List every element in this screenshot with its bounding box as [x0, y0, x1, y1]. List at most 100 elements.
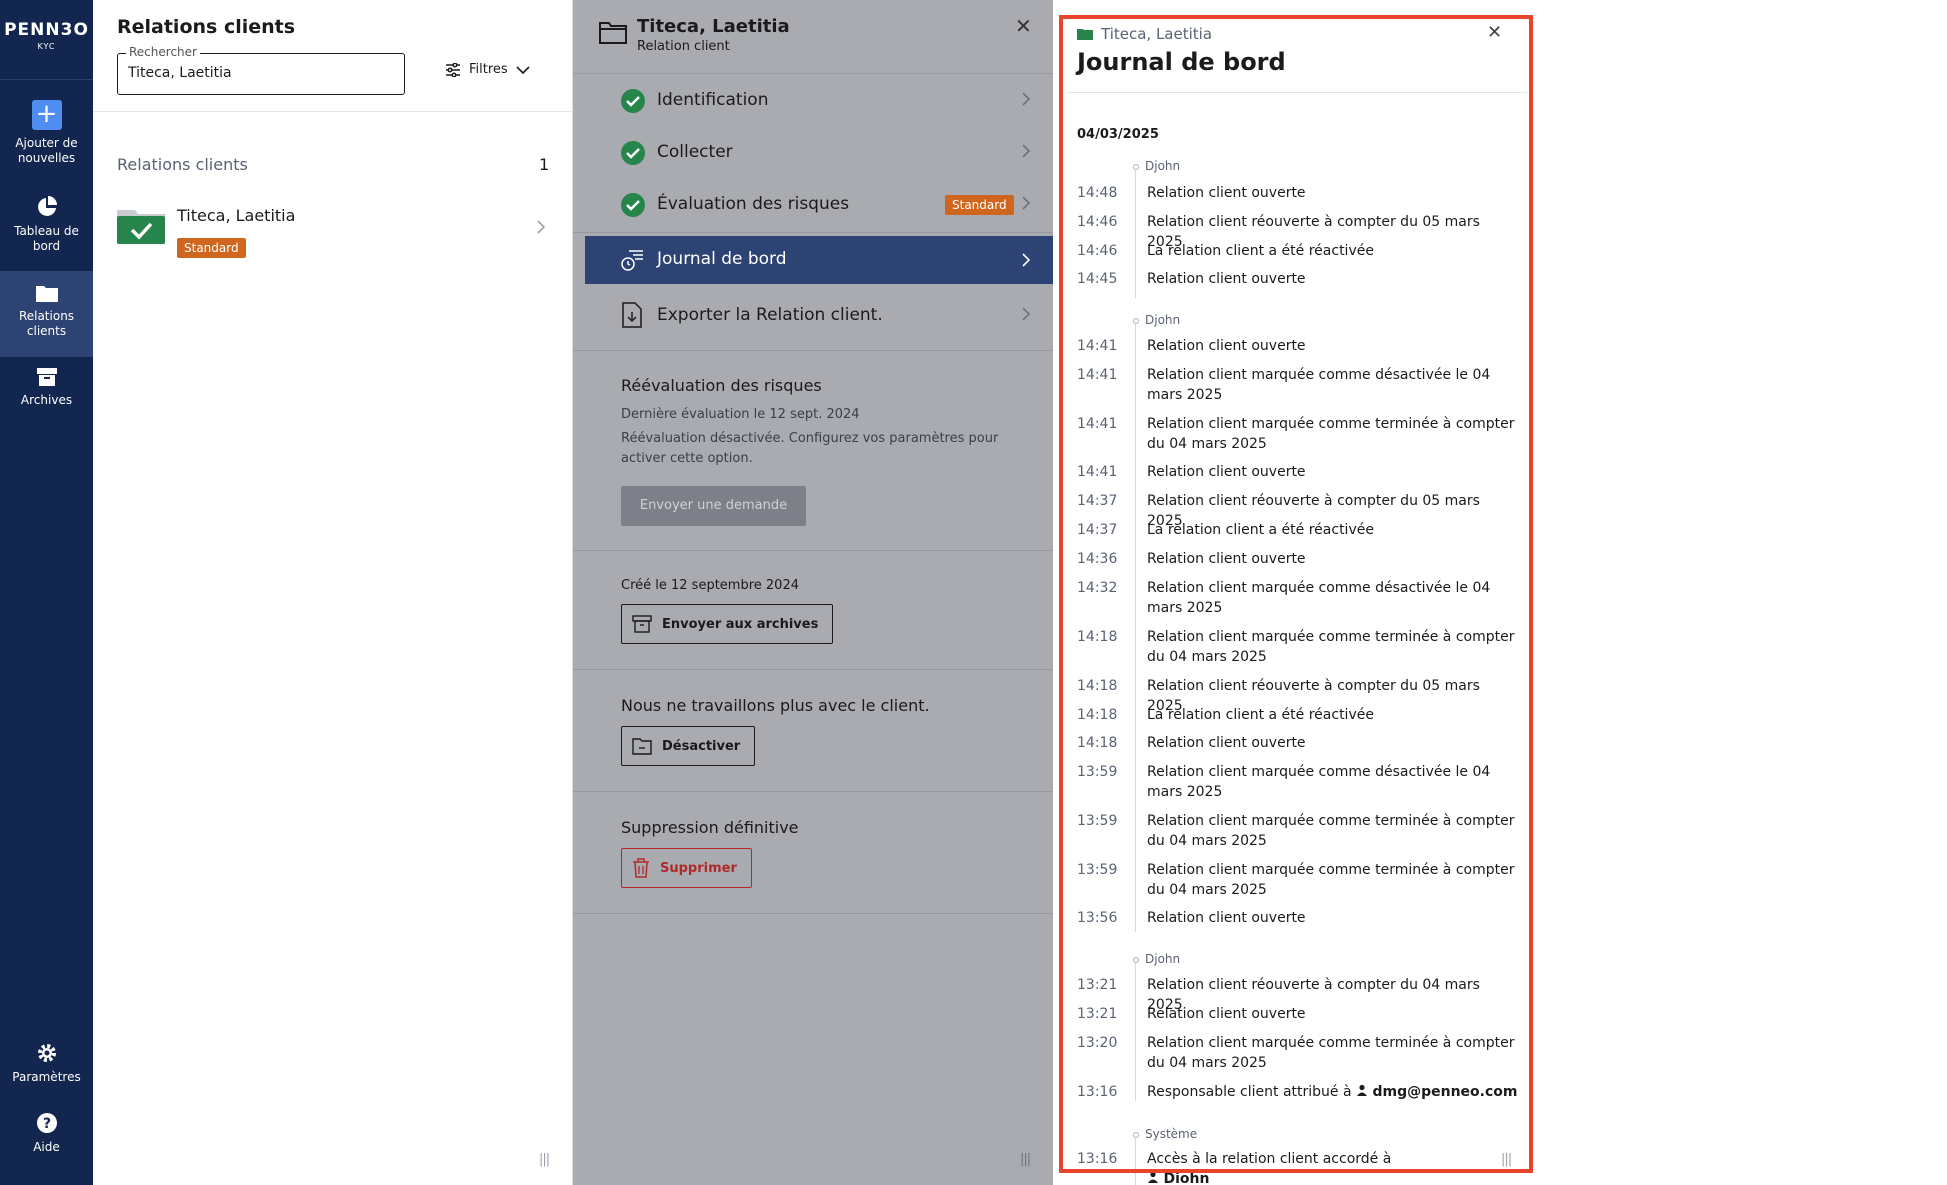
entry-text: Relation client ouverte: [1147, 338, 1306, 354]
client-detail-panel: Titeca, Laetitia Relation client ✕ Ident…: [573, 0, 1053, 1185]
divider: [573, 669, 1053, 670]
entry-time: 13:59: [1077, 862, 1118, 878]
folder-icon: [599, 22, 627, 44]
button-label: Désactiver: [662, 738, 741, 754]
entry-time: 14:45: [1077, 271, 1118, 287]
search-field[interactable]: Rechercher: [117, 45, 405, 95]
entry-time: 14:37: [1077, 493, 1118, 509]
nav-item-add-new[interactable]: + Ajouter de nouvelles: [0, 100, 93, 175]
timeline-dot: [1133, 164, 1139, 170]
nav-item-client-relations[interactable]: Relations clients: [0, 271, 93, 357]
button-label: Envoyer aux archives: [662, 616, 819, 632]
entry-text: La relation client a été réactivée: [1147, 243, 1374, 259]
reevaluation-title: Réévaluation des risques: [621, 376, 822, 395]
check-circle-icon: [621, 89, 645, 113]
entry-time: 14:46: [1077, 214, 1118, 230]
entry-text: Relation client ouverte: [1147, 271, 1306, 287]
chevron-down-icon: [516, 65, 530, 74]
entry-text-with-person: Accès à la relation client accordé à Djo…: [1147, 1149, 1519, 1183]
check-circle-icon: [621, 193, 645, 217]
send-request-button[interactable]: Envoyer une demande: [621, 486, 806, 526]
send-to-archives-button[interactable]: Envoyer aux archives: [621, 604, 834, 644]
entry-time: 14:41: [1077, 416, 1118, 432]
chevron-right-icon: [537, 220, 546, 234]
divider: [1067, 92, 1527, 93]
chevron-right-icon: [1022, 92, 1031, 106]
menu-item-risk-assessment[interactable]: Évaluation des risques Standard: [585, 179, 1053, 231]
menu-item-identification[interactable]: Identification: [585, 75, 1053, 127]
filters-button[interactable]: Filtres: [445, 62, 530, 77]
journal-user: Système: [1145, 1127, 1198, 1141]
nav-item-help[interactable]: ? Aide: [0, 1112, 93, 1162]
reevaluation-last: Dernière évaluation le 12 sept. 2024: [621, 407, 860, 422]
menu-item-label: Évaluation des risques: [657, 194, 850, 214]
folder-minus-icon: [632, 738, 652, 755]
check-circle-icon: [621, 141, 645, 165]
entry-text: La relation client a été réactivée: [1147, 707, 1374, 723]
created-date: Créé le 12 septembre 2024: [621, 578, 799, 593]
timeline-dot: [1133, 318, 1139, 324]
journal-user: Djohn: [1145, 159, 1181, 173]
detail-title: Titeca, Laetitia: [637, 16, 790, 37]
nav-item-settings[interactable]: Paramètres: [0, 1042, 93, 1092]
entry-text: Relation client ouverte: [1147, 551, 1306, 567]
timeline-line: [1135, 1136, 1136, 1185]
nav-item-label: Archives: [20, 393, 73, 407]
chevron-right-icon: [1022, 253, 1031, 267]
chevron-right-icon: [1022, 144, 1031, 158]
deactivate-button[interactable]: Désactiver: [621, 726, 756, 766]
plus-icon: +: [31, 100, 62, 130]
section-title: Relations clients: [117, 155, 248, 174]
entry-time: 14:41: [1077, 338, 1118, 354]
menu-item-journal[interactable]: Journal de bord: [585, 236, 1053, 284]
journal-date: 04/03/2025: [1077, 127, 1159, 142]
svg-text:?: ?: [42, 1116, 50, 1132]
entry-time: 14:41: [1077, 367, 1118, 383]
breadcrumb: Titeca, Laetitia: [1077, 25, 1212, 43]
search-label: Rechercher: [126, 45, 200, 59]
detail-subtitle: Relation client: [637, 39, 730, 54]
archive-box-icon: [36, 368, 57, 386]
divider: [93, 111, 573, 112]
detail-header: Titeca, Laetitia Relation client ✕: [573, 0, 1053, 74]
client-list-item[interactable]: Titeca, Laetitia Standard: [117, 200, 547, 270]
timeline-line: [1135, 322, 1136, 932]
menu-item-label: Collecter: [657, 142, 733, 162]
nav-divider: [0, 79, 93, 80]
entry-person: Djohn: [1163, 1171, 1210, 1183]
nav-item-dashboard[interactable]: Tableau de bord: [0, 196, 93, 264]
page-title: Relations clients: [117, 16, 296, 38]
entry-time: 13:16: [1077, 1084, 1118, 1100]
menu-item-export[interactable]: Exporter la Relation client.: [585, 290, 1053, 342]
nav-item-label: Ajouter de nouvelles: [15, 136, 78, 165]
resize-handle[interactable]: |||: [1020, 1152, 1031, 1167]
menu-item-collect[interactable]: Collecter: [585, 127, 1053, 179]
entry-time: 14:18: [1077, 735, 1118, 751]
delete-title: Suppression définitive: [621, 818, 799, 837]
entry-text: Relation client marquée comme terminée à…: [1147, 416, 1515, 452]
section-count: 1: [539, 155, 550, 174]
entry-text: La relation client a été réactivée: [1147, 522, 1374, 538]
timeline-dot: [1133, 1132, 1139, 1138]
close-icon[interactable]: ✕: [1015, 14, 1032, 38]
resize-handle[interactable]: |||: [539, 1152, 550, 1167]
entry-text: Relation client marquée comme terminée à…: [1147, 1035, 1515, 1071]
search-input[interactable]: [128, 65, 388, 81]
resize-handle[interactable]: |||: [1501, 1152, 1512, 1167]
entry-text: Relation client marquée comme terminée à…: [1147, 629, 1515, 665]
divider: [573, 791, 1053, 792]
entry-time: 13:21: [1077, 977, 1118, 993]
entry-time: 14:36: [1077, 551, 1118, 567]
close-icon[interactable]: ✕: [1487, 22, 1502, 43]
entry-person: dmg@penneo.com: [1372, 1084, 1518, 1100]
menu-item-label: Exporter la Relation client.: [657, 305, 883, 325]
entry-time: 13:56: [1077, 910, 1118, 926]
nav-item-label: Paramètres: [12, 1070, 81, 1084]
divider: [573, 550, 1053, 551]
nav-item-archives[interactable]: Archives: [0, 367, 93, 417]
entry-time: 13:59: [1077, 764, 1118, 780]
client-name: Titeca, Laetitia: [177, 206, 296, 225]
user-icon: [1357, 1084, 1368, 1096]
delete-button[interactable]: Supprimer: [621, 848, 752, 888]
journal-user: Djohn: [1145, 313, 1181, 327]
